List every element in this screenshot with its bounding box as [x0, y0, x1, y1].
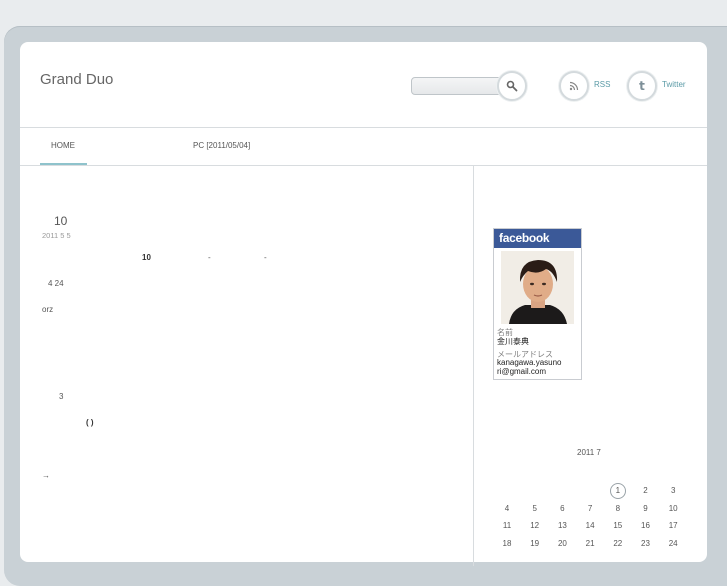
post-text: orz — [42, 305, 54, 314]
calendar-day[interactable]: 20 — [552, 539, 572, 548]
post-text: ( ) — [86, 418, 94, 427]
post-title[interactable]: 10 — [54, 214, 67, 228]
calendar-day[interactable]: 19 — [525, 539, 545, 548]
calendar-day[interactable]: 3 — [663, 486, 683, 495]
post-text: 3 — [59, 392, 64, 401]
search-input[interactable] — [411, 77, 509, 95]
sidebar-divider — [473, 166, 474, 566]
search-button[interactable] — [497, 71, 527, 101]
post-text: - — [208, 253, 211, 262]
calendar-day[interactable]: 11 — [497, 521, 517, 530]
post-text: 4 24 — [48, 279, 64, 288]
facebook-profile-badge[interactable]: facebook 名前 金川泰典 メールアドレス kanagawa.yasuno… — [493, 228, 582, 380]
calendar-day[interactable]: 18 — [497, 539, 517, 548]
facebook-logo: facebook — [494, 229, 581, 248]
post-text: 10 — [142, 253, 151, 262]
nav-divider — [20, 165, 707, 166]
main-card: Grand Duo RSS t Twitter HOME PC [2011/05… — [20, 42, 707, 566]
magnifier-icon — [506, 80, 518, 92]
calendar-day[interactable]: 13 — [552, 521, 572, 530]
calendar-day[interactable]: 15 — [608, 521, 628, 530]
calendar-day[interactable]: 23 — [636, 539, 656, 548]
profile-email: ri@gmail.com — [497, 367, 547, 376]
nav-latest-post[interactable]: PC [2011/05/04] — [193, 141, 250, 150]
calendar-day[interactable]: 7 — [580, 504, 600, 513]
calendar-day[interactable]: 22 — [608, 539, 628, 548]
twitter-button[interactable]: t — [627, 71, 657, 101]
profile-photo — [501, 251, 574, 324]
profile-email: kanagawa.yasuno — [497, 358, 562, 367]
calendar-day[interactable]: 14 — [580, 521, 600, 530]
rss-icon — [569, 81, 579, 91]
calendar-day[interactable]: 8 — [608, 504, 628, 513]
calendar-day[interactable]: 21 — [580, 539, 600, 548]
profile-name: 金川泰典 — [497, 337, 529, 346]
calendar-day[interactable]: 24 — [663, 539, 683, 548]
twitter-icon: t — [639, 79, 645, 93]
calendar-day[interactable]: 1 — [608, 486, 628, 495]
calendar-title: 2011 7 — [577, 448, 601, 457]
calendar-day[interactable]: 4 — [497, 504, 517, 513]
twitter-link[interactable]: Twitter — [662, 80, 686, 89]
rss-link[interactable]: RSS — [594, 80, 610, 89]
calendar-day[interactable]: 12 — [525, 521, 545, 530]
calendar-day[interactable]: 9 — [636, 504, 656, 513]
post-date: 2011 5 5 — [42, 231, 71, 240]
calendar-day[interactable]: 17 — [663, 521, 683, 530]
rss-button[interactable] — [559, 71, 589, 101]
calendar-day[interactable]: 2 — [636, 486, 656, 495]
post-text: - — [264, 253, 267, 262]
site-title[interactable]: Grand Duo — [40, 71, 113, 88]
calendar-day[interactable]: 5 — [525, 504, 545, 513]
calendar-day[interactable]: 6 — [552, 504, 572, 513]
read-more-arrow[interactable]: → — [42, 471, 50, 480]
calendar-day[interactable]: 16 — [636, 521, 656, 530]
calendar-day[interactable]: 10 — [663, 504, 683, 513]
nav-home[interactable]: HOME — [51, 141, 75, 150]
header-divider — [20, 127, 707, 128]
